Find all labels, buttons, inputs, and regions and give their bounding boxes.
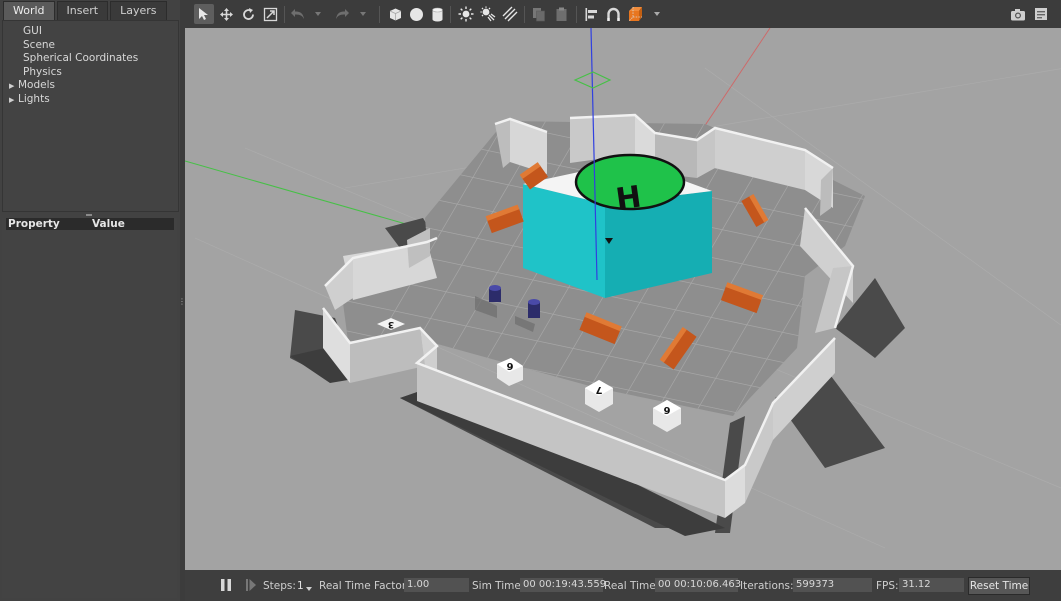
tab-layers[interactable]: Layers <box>110 1 167 20</box>
cube-label: 6 <box>663 404 670 415</box>
panel-collapse-handle[interactable]: ⋮ <box>178 298 186 306</box>
property-column-header: Property <box>8 218 60 230</box>
fps-value: 31.12 <box>899 578 964 592</box>
splitter-handle[interactable] <box>86 214 92 216</box>
tree-item-label: Physics <box>23 66 62 78</box>
box-icon[interactable] <box>386 5 404 23</box>
cylinder-icon[interactable] <box>428 5 446 23</box>
cube-label: 6 <box>506 360 513 371</box>
world-tree: GUI Scene Spherical Coordinates Physics … <box>2 20 179 212</box>
steps-label: Steps: <box>263 580 296 592</box>
status-bar: Steps: 1 Real Time Factor: 1.00 Sim Time… <box>185 570 1061 601</box>
tree-item-models[interactable]: ▶ Models <box>9 79 55 92</box>
cube-label: 3 <box>388 319 394 329</box>
sim-time-label: Sim Time: <box>472 580 525 592</box>
translate-icon[interactable] <box>217 5 235 23</box>
real-time-value: 00 00:10:06.463 <box>655 578 741 592</box>
sphere-icon[interactable] <box>407 5 425 23</box>
tree-item-label: Spherical Coordinates <box>23 52 139 64</box>
copy-icon[interactable] <box>530 5 548 23</box>
undo-icon[interactable] <box>289 5 307 23</box>
pause-icon[interactable] <box>221 579 232 594</box>
real-time-factor-value: 1.00 <box>404 578 469 592</box>
value-column-header: Value <box>92 218 125 230</box>
tab-world[interactable]: World <box>3 1 55 20</box>
menu-icon[interactable] <box>1032 5 1050 23</box>
snap-icon[interactable] <box>604 5 622 23</box>
expand-arrow-icon[interactable]: ▶ <box>9 80 18 93</box>
real-time-label: Real Time: <box>604 580 660 592</box>
cube-label: 7 <box>595 384 602 395</box>
select-arrow-icon[interactable] <box>194 4 214 24</box>
expand-arrow-icon[interactable]: ▶ <box>9 94 18 107</box>
iterations-value: 599373 <box>793 578 872 592</box>
undo-dropdown-icon[interactable] <box>313 5 323 23</box>
redo-dropdown-icon[interactable] <box>358 5 368 23</box>
steps-dropdown-icon[interactable] <box>306 581 312 594</box>
steps-value[interactable]: 1 <box>297 580 304 592</box>
align-icon[interactable] <box>582 5 600 23</box>
tree-item-label: GUI <box>23 25 42 37</box>
scale-icon[interactable] <box>261 5 279 23</box>
property-header: Property Value <box>6 218 174 230</box>
iterations-label: Iterations: <box>740 580 794 592</box>
reset-time-button[interactable]: Reset Time <box>968 577 1030 595</box>
property-panel: Property Value <box>2 218 177 598</box>
tree-item-label: Lights <box>18 93 50 105</box>
number-cube[interactable]: 6 <box>653 400 681 432</box>
rotate-icon[interactable] <box>239 5 257 23</box>
tree-item-scene[interactable]: Scene <box>23 39 55 52</box>
panel-tabs: World Insert Layers <box>3 1 169 20</box>
left-panel: World Insert Layers GUI Scene Spherical … <box>0 0 186 601</box>
redo-icon[interactable] <box>333 5 351 23</box>
toolbar <box>185 0 1061 29</box>
tree-item-gui[interactable]: GUI <box>23 25 42 38</box>
scene-viewport[interactable]: H 3 6 7 6 <box>185 28 1061 570</box>
tab-insert[interactable]: Insert <box>56 1 109 20</box>
paste-icon[interactable] <box>553 5 571 23</box>
spot-light-icon[interactable] <box>479 5 497 23</box>
real-time-factor-label: Real Time Factor: <box>319 580 410 592</box>
helipad-letter: H <box>614 180 644 218</box>
tree-item-spherical-coordinates[interactable]: Spherical Coordinates <box>23 52 138 65</box>
tree-item-label: Models <box>18 79 55 91</box>
directional-light-icon[interactable] <box>501 5 519 23</box>
screenshot-icon[interactable] <box>1009 5 1027 23</box>
tree-item-lights[interactable]: ▶ Lights <box>9 93 50 106</box>
view-angle-icon[interactable] <box>626 5 644 23</box>
tree-item-physics[interactable]: Physics <box>23 66 62 79</box>
sim-time-value: 00 00:19:43.559 <box>520 578 606 592</box>
tree-item-label: Scene <box>23 39 56 51</box>
fps-label: FPS: <box>876 580 899 592</box>
view-angle-dropdown-icon[interactable] <box>652 5 662 23</box>
point-light-icon[interactable] <box>457 5 475 23</box>
step-forward-icon[interactable] <box>246 579 256 594</box>
